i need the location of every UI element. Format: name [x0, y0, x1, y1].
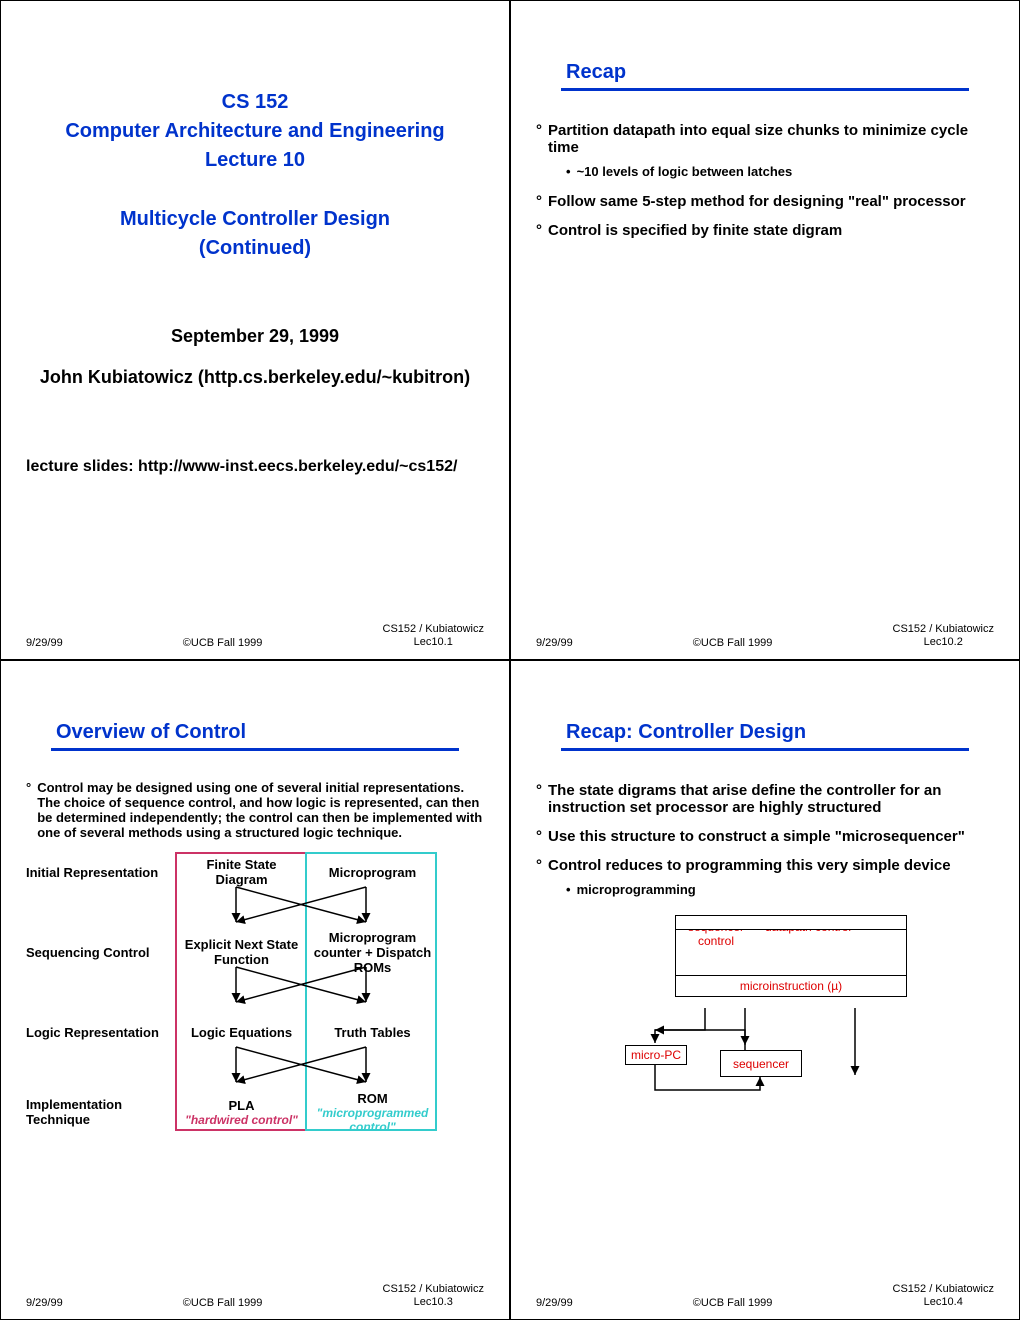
row-label: Logic Representation — [26, 1025, 176, 1040]
footer-center: ©UCB Fall 1999 — [183, 637, 263, 649]
bullet-text: Use this structure to construct a simple… — [548, 828, 965, 845]
slide-4: Recap: Controller Design °The state digr… — [510, 660, 1020, 1320]
column-border-microprogrammed — [305, 852, 437, 1131]
slide-title: Overview of Control — [56, 721, 484, 744]
bullet: °Use this structure to construct a simpl… — [536, 828, 994, 845]
footer-date: 9/29/99 — [26, 637, 63, 649]
footer-center: ©UCB Fall 1999 — [693, 1297, 773, 1309]
slide-footer: 9/29/99 ©UCB Fall 1999 CS152 / Kubiatowi… — [536, 1283, 994, 1309]
title-underline — [561, 748, 969, 751]
slide-footer: 9/29/99 ©UCB Fall 1999 CS152 / Kubiatowi… — [26, 623, 484, 649]
column-border-hardwired — [175, 852, 307, 1131]
footer-center: ©UCB Fall 1999 — [183, 1297, 263, 1309]
course-number: CS 152 — [26, 91, 484, 114]
footer-date: 9/29/99 — [26, 1297, 63, 1309]
handout-page: CS 152 Computer Architecture and Enginee… — [0, 0, 1020, 1320]
footer-course: CS152 / Kubiatowicz — [893, 1283, 995, 1295]
bullet-text: Control reduces to programming this very… — [548, 857, 951, 874]
lecture-number: Lecture 10 — [26, 149, 484, 172]
lecture-title: Multicycle Controller Design — [26, 208, 484, 231]
bullet-text: The state digrams that arise define the … — [548, 782, 994, 816]
sub-bullet: •microprogramming — [566, 882, 994, 897]
slide-footer: 9/29/99 ©UCB Fall 1999 CS152 / Kubiatowi… — [26, 1283, 484, 1309]
bullet: °Partition datapath into equal size chun… — [536, 122, 994, 156]
bullet-text: microprogramming — [577, 882, 696, 897]
slide-2: Recap °Partition datapath into equal siz… — [510, 0, 1020, 660]
title-underline — [561, 88, 969, 91]
author-line: John Kubiatowicz (http.cs.berkeley.edu/~… — [26, 367, 484, 388]
row-label: Implementation Technique — [26, 1097, 176, 1127]
footer-lec: Lec10.3 — [414, 1296, 453, 1308]
bullet: °Control reduces to programming this ver… — [536, 857, 994, 874]
lecture-subtitle: (Continued) — [26, 237, 484, 260]
footer-course: CS152 / Kubiatowicz — [383, 1283, 485, 1295]
control-grid: Initial Representation Finite State Diag… — [26, 852, 484, 1309]
footer-course: CS152 / Kubiatowicz — [383, 623, 485, 635]
bullet: °Follow same 5-step method for designing… — [536, 193, 994, 210]
diagram-arrows — [615, 915, 915, 1115]
footer-lec: Lec10.4 — [924, 1296, 963, 1308]
slide-title: Recap: Controller Design — [566, 721, 994, 744]
row-label: Initial Representation — [26, 865, 176, 880]
bullet-text: Partition datapath into equal size chunk… — [548, 122, 994, 156]
intro-text: °Control may be designed using one of se… — [26, 780, 484, 840]
bullet-text: ~10 levels of logic between latches — [577, 164, 793, 179]
row-label: Sequencing Control — [26, 945, 176, 960]
course-title: Computer Architecture and Engineering — [26, 120, 484, 143]
slides-url: lecture slides: http://www-inst.eecs.ber… — [26, 458, 484, 476]
footer-lec: Lec10.1 — [414, 636, 453, 648]
sub-bullet: •~10 levels of logic between latches — [566, 164, 994, 179]
slide-title: Recap — [566, 61, 994, 84]
bullet-text: Control is specified by finite state dig… — [548, 222, 842, 239]
lecture-date: September 29, 1999 — [26, 326, 484, 347]
footer-lec: Lec10.2 — [924, 636, 963, 648]
bullet-text: Follow same 5-step method for designing … — [548, 193, 966, 210]
footer-course: CS152 / Kubiatowicz — [893, 623, 995, 635]
slide-3: Overview of Control °Control may be desi… — [0, 660, 510, 1320]
bullet: °The state digrams that arise define the… — [536, 782, 994, 816]
footer-date: 9/29/99 — [536, 1297, 573, 1309]
microsequencer-diagram: sequencer control datapath control micro… — [615, 915, 915, 1115]
title-underline — [51, 748, 459, 751]
slide-footer: 9/29/99 ©UCB Fall 1999 CS152 / Kubiatowi… — [536, 623, 994, 649]
footer-date: 9/29/99 — [536, 637, 573, 649]
slide-1: CS 152 Computer Architecture and Enginee… — [0, 0, 510, 660]
bullet: °Control is specified by finite state di… — [536, 222, 994, 239]
bullet-text: Control may be designed using one of sev… — [37, 780, 484, 840]
footer-center: ©UCB Fall 1999 — [693, 637, 773, 649]
